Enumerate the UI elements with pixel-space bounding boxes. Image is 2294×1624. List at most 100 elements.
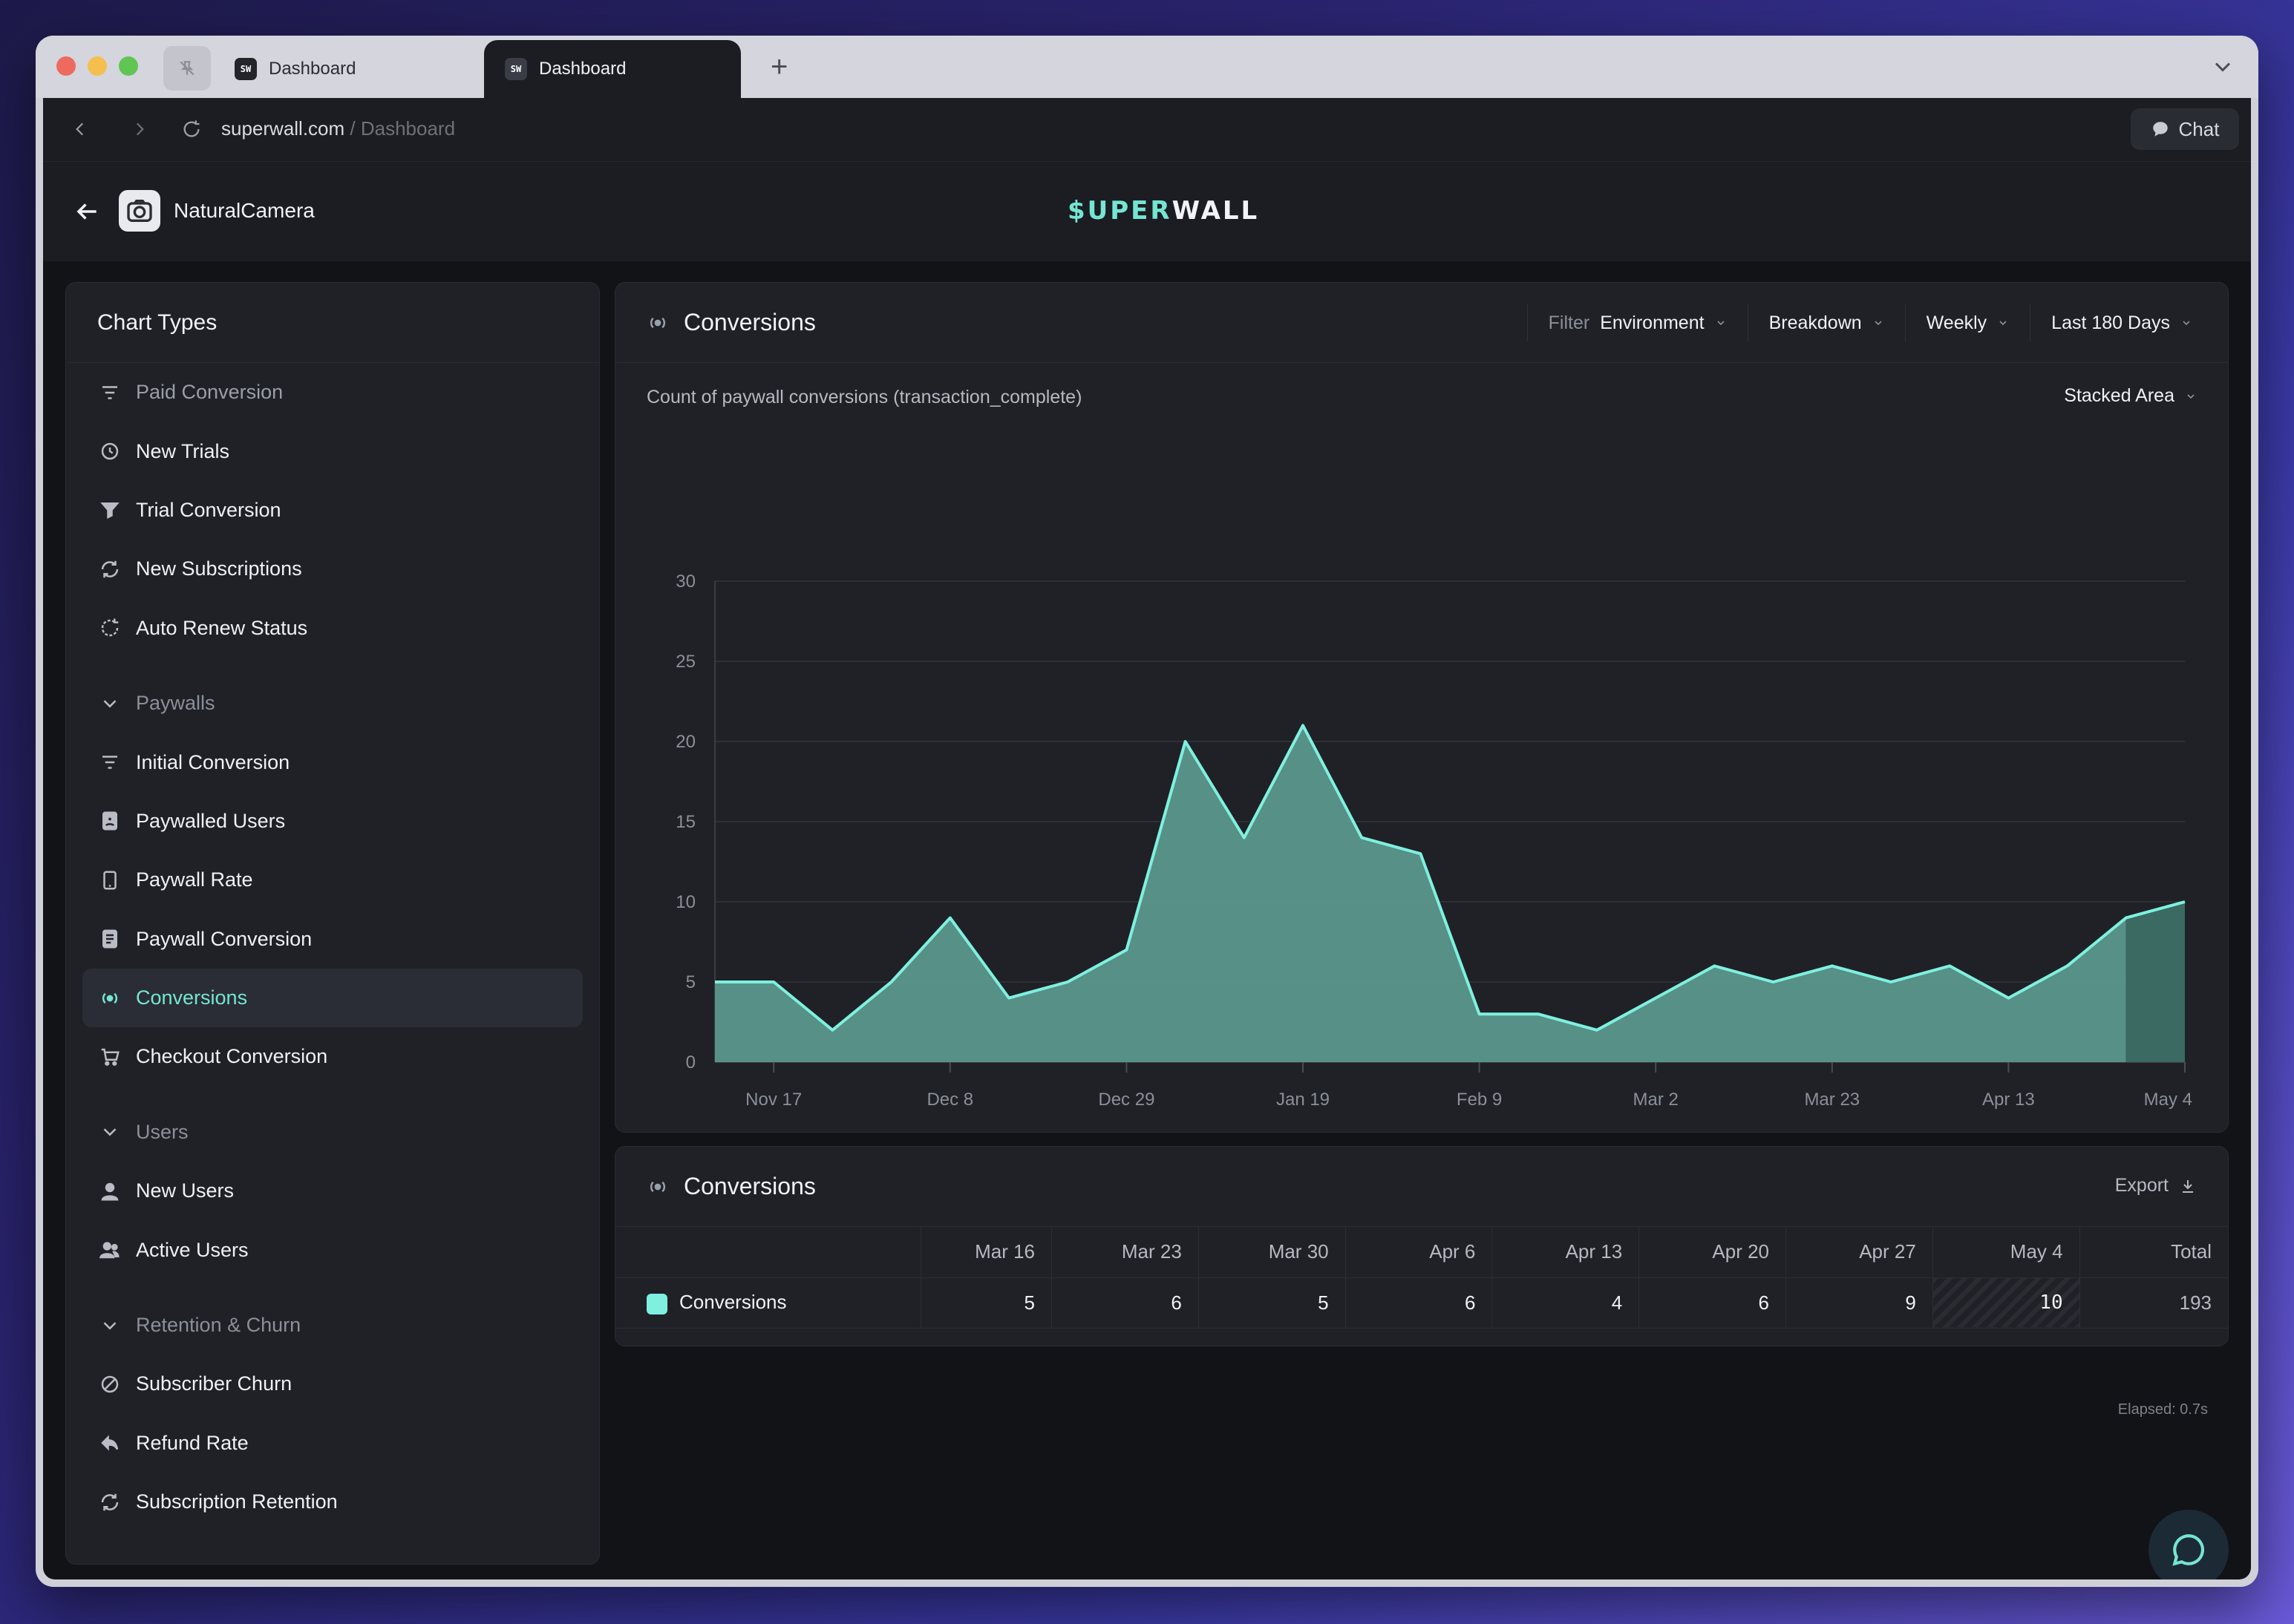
maximize-window-button[interactable] bbox=[119, 56, 138, 76]
sidebar-item-initial-conversion[interactable]: Initial Conversion bbox=[82, 733, 583, 791]
value-cell: 10 bbox=[1932, 1277, 2080, 1329]
data-point bbox=[1477, 1012, 1482, 1016]
sidebar-section-users[interactable]: Users bbox=[82, 1103, 583, 1162]
sidebar-title: Chart Types bbox=[66, 283, 599, 363]
close-window-button[interactable] bbox=[56, 56, 76, 76]
slash-circle-icon bbox=[97, 1372, 122, 1397]
data-point bbox=[830, 1028, 834, 1032]
total-cell: 193 bbox=[2079, 1277, 2228, 1329]
filter-lines-icon bbox=[97, 750, 122, 775]
sidebar-item-label: Initial Conversion bbox=[136, 750, 290, 773]
sidebar-item-label: New Trials bbox=[136, 439, 230, 462]
table-title: Conversions bbox=[647, 1173, 816, 1200]
sidebar-item-checkout-conversion[interactable]: Checkout Conversion bbox=[82, 1027, 583, 1086]
table-title-text: Conversions bbox=[684, 1173, 816, 1199]
refresh-icon bbox=[97, 1490, 122, 1515]
data-point bbox=[1947, 963, 1952, 968]
sidebar-item-new-users[interactable]: New Users bbox=[82, 1162, 583, 1220]
sidebar-item-label: New Subscriptions bbox=[136, 557, 302, 580]
conversions-table-panel: Conversions Export Mar 16 Mar 23 Mar 30 Apr… bbox=[615, 1146, 2229, 1346]
table-column-header[interactable]: Mar 16 bbox=[921, 1227, 1052, 1278]
sidebar-item-new-trials[interactable]: New Trials bbox=[82, 422, 583, 480]
data-point bbox=[1124, 948, 1128, 952]
sidebar-item-auto-renew-status[interactable]: Auto Renew Status bbox=[82, 599, 583, 658]
sidebar-item-conversions[interactable]: Conversions bbox=[82, 968, 583, 1028]
tab-overview-chevron-icon[interactable] bbox=[2209, 53, 2236, 80]
filter-lines-icon bbox=[97, 380, 122, 405]
table-column-header[interactable]: Total bbox=[2079, 1227, 2228, 1278]
cart-icon bbox=[97, 1044, 122, 1070]
export-button[interactable]: Export bbox=[2115, 1175, 2197, 1196]
sidebar-item-refund-rate[interactable]: Refund Rate bbox=[82, 1414, 583, 1473]
chart-type-dropdown[interactable]: Stacked Area bbox=[2064, 385, 2197, 407]
value-cell: 6 bbox=[1051, 1277, 1199, 1329]
table-column-header[interactable]: Mar 30 bbox=[1197, 1227, 1346, 1278]
chat-bubble-icon bbox=[2172, 1534, 2204, 1566]
table-column-header[interactable]: May 4 bbox=[1932, 1227, 2080, 1278]
filter-dropdown[interactable]: Filter Environment bbox=[1526, 304, 1748, 341]
table-column-header[interactable]: Apr 27 bbox=[1785, 1227, 1933, 1278]
value-cell: 6 bbox=[1344, 1277, 1492, 1329]
filter-label: Filter bbox=[1548, 312, 1590, 333]
sidebar-item-label: Subscription Retention bbox=[136, 1490, 338, 1513]
series-color-swatch[interactable] bbox=[647, 1293, 667, 1314]
table-column-header[interactable]: Mar 23 bbox=[1051, 1227, 1199, 1278]
camera-app-icon bbox=[119, 190, 160, 232]
data-point bbox=[1418, 851, 1422, 856]
sidebar-item-subscriber-churn[interactable]: Subscriber Churn bbox=[82, 1355, 583, 1413]
sidebar-list: Paid Conversion New Trials Trial Conversio… bbox=[66, 363, 599, 1531]
reload-icon[interactable] bbox=[178, 116, 205, 143]
value-cell: 5 bbox=[1197, 1277, 1346, 1329]
reply-icon bbox=[97, 1430, 122, 1456]
row-label: Conversions bbox=[679, 1291, 787, 1314]
table-column-header[interactable]: Apr 13 bbox=[1491, 1227, 1639, 1278]
back-arrow-icon[interactable] bbox=[73, 197, 101, 226]
forward-icon[interactable] bbox=[126, 116, 153, 143]
sidebar-item-paywalled-users[interactable]: Paywalled Users bbox=[82, 792, 583, 851]
table-column-header[interactable]: Apr 6 bbox=[1344, 1227, 1492, 1278]
sidebar-section-paywalls[interactable]: Paywalls bbox=[82, 674, 583, 733]
sidebar-item-active-users[interactable]: Active Users bbox=[82, 1220, 583, 1279]
sidebar-item-subscription-retention[interactable]: Subscription Retention bbox=[82, 1473, 583, 1531]
filter-value: Environment bbox=[1600, 312, 1705, 333]
sidebar-item-paid-conversion[interactable]: Paid Conversion bbox=[82, 363, 583, 422]
tablet-icon bbox=[97, 868, 122, 893]
data-point bbox=[2065, 963, 2070, 968]
sidebar-section-retention-churn[interactable]: Retention & Churn bbox=[82, 1296, 583, 1355]
sidebar-item-trial-conversion[interactable]: Trial Conversion bbox=[82, 481, 583, 540]
data-point bbox=[2124, 916, 2128, 920]
support-chat-button[interactable] bbox=[2148, 1510, 2229, 1579]
back-icon[interactable] bbox=[67, 116, 94, 143]
breakdown-dropdown[interactable]: Breakdown bbox=[1747, 304, 1905, 341]
x-tick-label: Apr 13 bbox=[1982, 1090, 2035, 1110]
interval-label: Weekly bbox=[1926, 312, 1987, 333]
data-point bbox=[1712, 963, 1716, 968]
url-field[interactable]: superwall.com / Dashboard bbox=[221, 117, 455, 140]
browser-tab-active[interactable]: SW Dashboard bbox=[484, 40, 741, 98]
data-point bbox=[2183, 900, 2187, 904]
timer-icon bbox=[97, 439, 122, 464]
interval-dropdown[interactable]: Weekly bbox=[1904, 304, 2030, 341]
chat-button[interactable]: Chat bbox=[2131, 108, 2239, 150]
browser-tab[interactable]: SW Dashboard bbox=[214, 40, 511, 98]
pin-icon[interactable] bbox=[163, 46, 211, 91]
date-range-dropdown[interactable]: Last 180 Days bbox=[2030, 304, 2213, 341]
app-name[interactable]: NaturalCamera bbox=[174, 199, 315, 223]
sidebar-item-paywall-rate[interactable]: Paywall Rate bbox=[82, 851, 583, 909]
data-point bbox=[1771, 980, 1776, 984]
broadcast-icon bbox=[97, 986, 122, 1011]
chat-bubble-icon bbox=[2152, 122, 2168, 137]
minimize-window-button[interactable] bbox=[88, 56, 107, 76]
new-tab-icon[interactable]: + bbox=[771, 52, 788, 82]
chart-types-sidebar: Chart Types Paid Conversion New Trials Tri… bbox=[65, 282, 600, 1565]
sidebar-item-new-subscriptions[interactable]: New Subscriptions bbox=[82, 540, 583, 598]
sidebar-item-paywall-conversion[interactable]: Paywall Conversion bbox=[82, 910, 583, 969]
sidebar-item-label: Auto Renew Status bbox=[136, 616, 308, 639]
brand-suffix: WALL bbox=[1171, 196, 1260, 226]
table-column-header[interactable]: Apr 20 bbox=[1638, 1227, 1786, 1278]
data-point bbox=[1536, 1012, 1540, 1016]
users-icon bbox=[97, 1237, 122, 1263]
sidebar-item-label: Retention & Churn bbox=[136, 1314, 301, 1337]
data-point bbox=[771, 980, 776, 984]
dashed-refresh-icon bbox=[97, 615, 122, 641]
